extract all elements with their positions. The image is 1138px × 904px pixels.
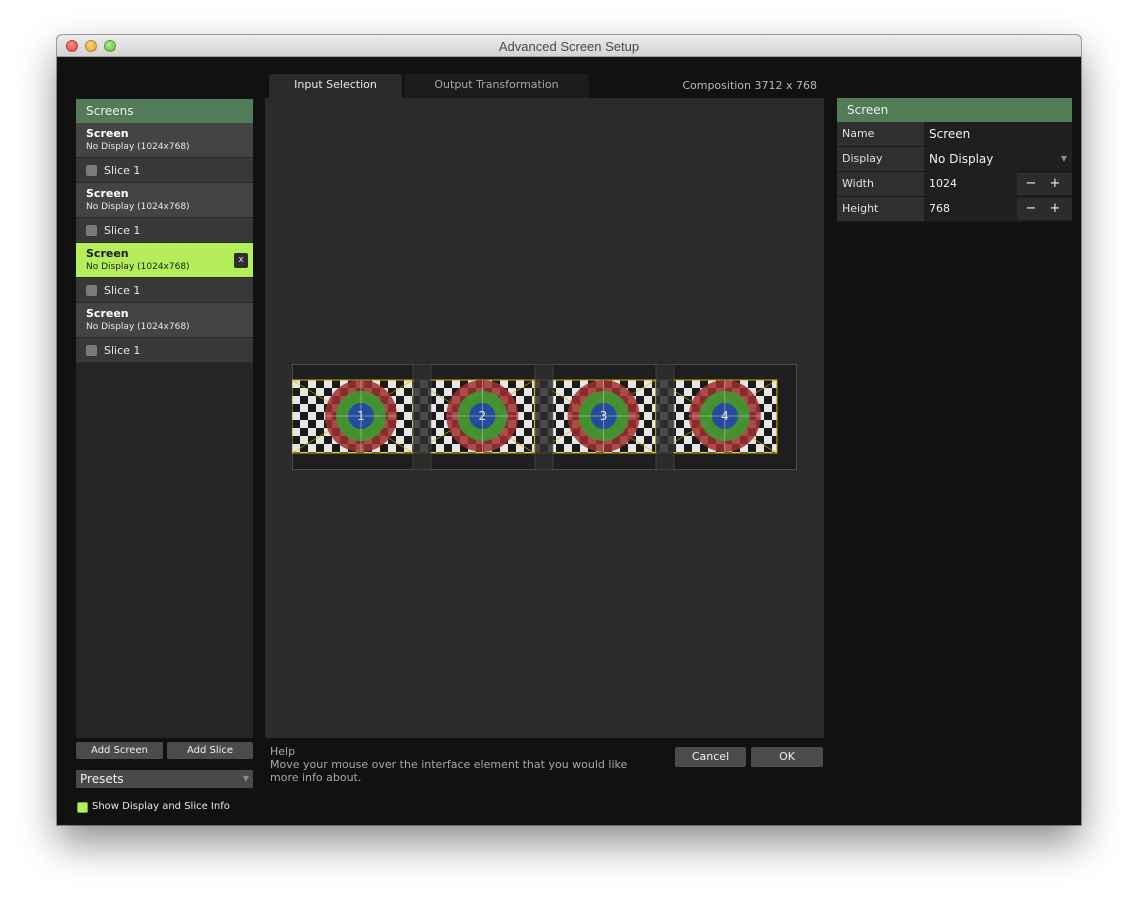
screen-item-4[interactable]: Screen No Display (1024x768) xyxy=(76,303,253,338)
slice-separator xyxy=(534,364,554,470)
help-title: Help xyxy=(270,745,296,758)
name-row: Name Screen xyxy=(837,122,1072,147)
height-row: Height 768 − + xyxy=(837,197,1072,222)
advanced-screen-setup-window: Advanced Screen Setup Screens Screen No … xyxy=(57,35,1081,825)
window-title: Advanced Screen Setup xyxy=(498,39,640,54)
height-decrement-button[interactable]: − xyxy=(1019,198,1043,220)
width-value: 1024 xyxy=(929,177,957,190)
slice-checkbox[interactable] xyxy=(86,165,97,176)
display-value: No Display xyxy=(929,152,994,166)
add-screen-button[interactable]: Add Screen xyxy=(76,742,163,759)
screen-tile-1: 1 xyxy=(292,379,414,454)
screen-item-1[interactable]: Screen No Display (1024x768) xyxy=(76,123,253,158)
height-field[interactable]: 768 − + xyxy=(924,197,1072,221)
screens-panel: Screens Screen No Display (1024x768) Sli… xyxy=(76,99,253,738)
add-slice-button[interactable]: Add Slice xyxy=(167,742,253,759)
screen-item-3-selected[interactable]: Screen No Display (1024x768) x xyxy=(76,243,253,278)
slice-separator xyxy=(655,364,675,470)
show-info-label: Show Display and Slice Info xyxy=(92,801,230,812)
slice-item-2[interactable]: Slice 1 xyxy=(76,218,253,243)
screen-item-2[interactable]: Screen No Display (1024x768) xyxy=(76,183,253,218)
screen-description: No Display (1024x768) xyxy=(86,322,190,332)
display-dropdown[interactable]: No Display ▼ xyxy=(924,147,1072,171)
width-row: Width 1024 − + xyxy=(837,172,1072,197)
name-label: Name xyxy=(837,122,924,146)
screen-properties-panel: Screen Name Screen Display No Display ▼ … xyxy=(837,98,1072,222)
remove-screen-button[interactable]: x xyxy=(234,253,248,268)
screen-number-label: 4 xyxy=(721,409,729,423)
slice-label: Slice 1 xyxy=(104,224,141,237)
screen-name: Screen xyxy=(86,187,129,200)
screen-name: Screen xyxy=(86,307,129,320)
height-label: Height xyxy=(837,197,924,221)
slice-label: Slice 1 xyxy=(104,344,141,357)
slice-checkbox[interactable] xyxy=(86,285,97,296)
tab-input-selection[interactable]: Input Selection xyxy=(269,74,402,98)
screen-description: No Display (1024x768) xyxy=(86,142,190,152)
name-field[interactable]: Screen xyxy=(924,122,1072,146)
slice-checkbox[interactable] xyxy=(86,345,97,356)
width-decrement-button[interactable]: − xyxy=(1019,173,1043,195)
show-info-checkbox[interactable] xyxy=(77,802,88,813)
width-label: Width xyxy=(837,172,924,196)
help-text: Move your mouse over the interface eleme… xyxy=(270,758,628,784)
display-row: Display No Display ▼ xyxy=(837,147,1072,172)
screen-description: No Display (1024x768) xyxy=(86,202,190,212)
slice-item-1[interactable]: Slice 1 xyxy=(76,158,253,183)
composition-size: Composition 3712 x 768 xyxy=(682,79,817,92)
chevron-down-icon: ▼ xyxy=(242,774,249,783)
screen-number-label: 3 xyxy=(600,409,608,423)
screens-header: Screens xyxy=(76,99,253,123)
presets-dropdown[interactable]: Presets ▼ xyxy=(76,770,253,788)
chevron-down-icon: ▼ xyxy=(1060,154,1067,163)
screen-tile-2: 2 xyxy=(412,379,535,454)
slice-label: Slice 1 xyxy=(104,284,141,297)
width-stepper: − + xyxy=(1017,173,1072,195)
width-increment-button[interactable]: + xyxy=(1043,173,1067,195)
ok-button[interactable]: OK xyxy=(751,747,823,767)
input-canvas[interactable]: 1 2 3 4 xyxy=(265,98,824,738)
width-field[interactable]: 1024 − + xyxy=(924,172,1072,196)
slice-item-3[interactable]: Slice 1 xyxy=(76,278,253,303)
presets-label: Presets xyxy=(80,772,124,786)
screen-name: Screen xyxy=(86,247,129,260)
cancel-button[interactable]: Cancel xyxy=(675,747,746,767)
height-increment-button[interactable]: + xyxy=(1043,198,1067,220)
display-label: Display xyxy=(837,147,924,171)
slice-label: Slice 1 xyxy=(104,164,141,177)
screen-number-label: 2 xyxy=(478,409,486,423)
slice-separator xyxy=(412,364,432,470)
composition-preview[interactable]: 1 2 3 4 xyxy=(292,364,797,470)
screen-name: Screen xyxy=(86,127,129,140)
properties-header: Screen xyxy=(837,98,1072,122)
title-bar[interactable]: Advanced Screen Setup xyxy=(57,35,1081,57)
height-stepper: − + xyxy=(1017,198,1072,220)
height-value: 768 xyxy=(929,202,950,215)
screen-description: No Display (1024x768) xyxy=(86,262,190,272)
slice-item-4[interactable]: Slice 1 xyxy=(76,338,253,363)
screen-number-label: 1 xyxy=(357,409,365,423)
tab-output-transformation[interactable]: Output Transformation xyxy=(404,74,589,98)
slice-checkbox[interactable] xyxy=(86,225,97,236)
